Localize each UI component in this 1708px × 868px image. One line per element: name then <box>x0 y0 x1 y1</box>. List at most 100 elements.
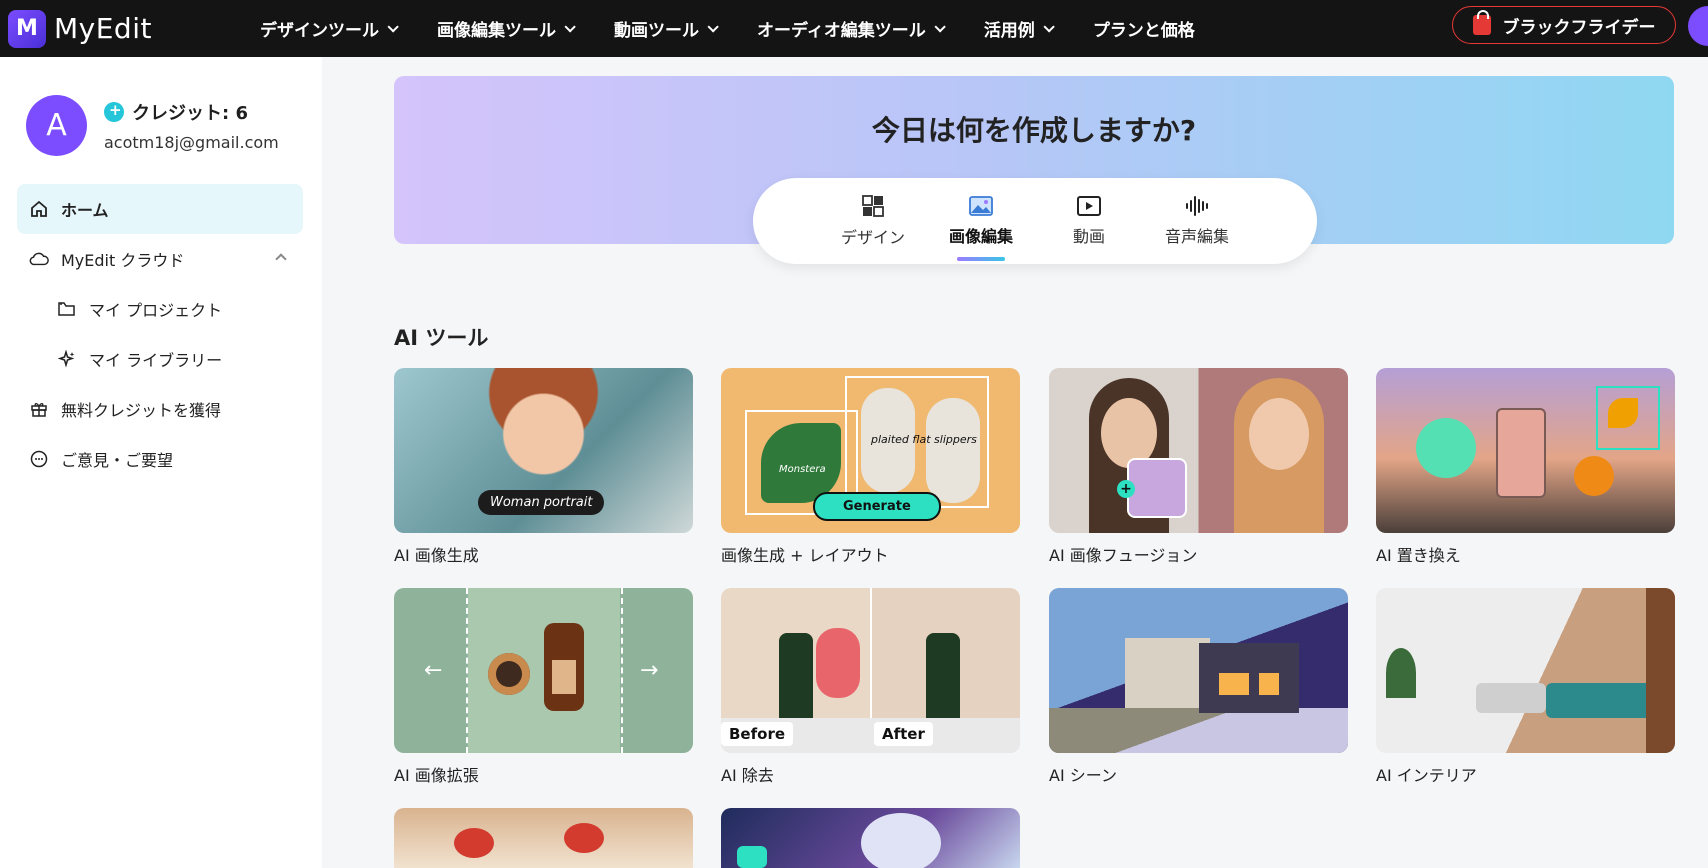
tool-card-ai-interior[interactable]: AI インテリア <box>1376 588 1675 786</box>
prompt-pill: Woman portrait <box>478 490 605 515</box>
home-icon <box>29 199 49 219</box>
tool-card-partial-2[interactable] <box>721 808 1020 868</box>
sidebar-item-label: ご意見・ご要望 <box>61 451 174 470</box>
tool-label: AI 画像生成 <box>394 546 479 565</box>
nav-video-tools[interactable]: 動画ツール <box>614 16 719 41</box>
chevron-up-icon[interactable] <box>275 253 287 265</box>
tool-card-ai-remove[interactable]: Before After AI 除去 <box>721 588 1020 786</box>
play-icon <box>1077 196 1101 216</box>
shopping-bag-icon <box>1472 10 1491 35</box>
chevron-down-icon <box>387 20 399 33</box>
sidebar-item-my-projects[interactable]: マイ プロジェクト <box>17 284 303 334</box>
category-tabs: デザイン 画像編集 動画 音声編集 <box>753 178 1317 264</box>
tool-label: AI 画像拡張 <box>394 766 479 785</box>
profile: A クレジット: 6 acotm18j@gmail.com <box>26 95 279 156</box>
thumbnail <box>721 808 1020 868</box>
logo-icon: M <box>8 9 46 48</box>
tool-label: 画像生成 + レイアウト <box>721 546 889 565</box>
black-friday-label: ブラックフライデー <box>1502 17 1656 38</box>
sparkle-icon <box>57 349 77 369</box>
tool-card-ai-replace[interactable]: AI 置き換え <box>1376 368 1675 566</box>
tool-card-ai-image-gen[interactable]: Woman portrait AI 画像生成 <box>394 368 693 566</box>
section-title-ai-tools: AI ツール <box>394 326 489 350</box>
user-email: acotm18j@gmail.com <box>104 133 279 152</box>
image-icon <box>969 196 993 216</box>
gift-icon <box>29 399 49 419</box>
sidebar-item-cloud[interactable]: MyEdit クラウド <box>17 234 303 284</box>
tab-design[interactable]: デザイン <box>819 194 927 248</box>
chevron-down-icon <box>934 20 946 33</box>
credit-icon <box>104 101 124 122</box>
chevron-down-icon <box>1043 20 1055 33</box>
nav-label: 画像編集ツール <box>437 21 556 41</box>
thumbnail: + <box>1049 368 1348 533</box>
tool-label: AI インテリア <box>1376 766 1477 785</box>
thumbnail <box>1049 588 1348 753</box>
cloud-icon <box>29 249 49 269</box>
thumbnail: Woman portrait <box>394 368 693 533</box>
avatar[interactable]: A <box>26 95 87 156</box>
tab-label: 音声編集 <box>1164 227 1229 246</box>
hero-banner: 今日は何を作成しますか? デザイン 画像編集 動画 音声編集 <box>394 76 1674 264</box>
sidebar-item-my-library[interactable]: マイ ライブラリー <box>17 334 303 384</box>
chat-bubble-icon <box>29 449 49 469</box>
arrow-left-icon: ← <box>424 658 443 683</box>
nav-label: デザインツール <box>260 21 379 41</box>
tool-card-partial-1[interactable] <box>394 808 693 868</box>
thumbnail: Before After <box>721 588 1020 753</box>
thumbnail <box>394 808 693 868</box>
hero-title: 今日は何を作成しますか? <box>871 114 1197 147</box>
after-tag: After <box>874 722 933 746</box>
nav-label: プランと価格 <box>1092 21 1195 41</box>
nav-pricing[interactable]: プランと価格 <box>1093 16 1195 41</box>
tab-label: デザイン <box>840 228 905 247</box>
tool-card-layout-gen[interactable]: Monstera plaited flat slippers Generate … <box>721 368 1020 566</box>
sidebar-item-label: 無料クレジットを獲得 <box>61 401 222 420</box>
thumbnail <box>1376 588 1675 753</box>
overlay-text: plaited flat slippers <box>871 433 977 446</box>
tab-audio[interactable]: 音声編集 <box>1143 195 1251 247</box>
sidebar-item-home[interactable]: ホーム <box>17 184 303 234</box>
tab-image-edit[interactable]: 画像編集 <box>927 195 1035 261</box>
nav-audio-tools[interactable]: オーディオ編集ツール <box>757 16 946 41</box>
generate-pill: Generate <box>813 492 941 521</box>
nav-design-tools[interactable]: デザインツール <box>260 16 399 41</box>
thumbnail: Monstera plaited flat slippers Generate <box>721 368 1020 533</box>
sidebar-item-free-credits[interactable]: 無料クレジットを獲得 <box>17 384 303 434</box>
credit-count: クレジット: 6 <box>104 99 279 125</box>
before-tag: Before <box>721 722 794 746</box>
overlay-text: Monstera <box>779 464 826 475</box>
logo-text: MyEdit <box>54 12 152 45</box>
sidebar-item-label: マイ ライブラリー <box>89 351 223 370</box>
black-friday-button[interactable]: ブラックフライデー <box>1452 6 1676 44</box>
tool-label: AI 置き換え <box>1376 546 1461 565</box>
tool-label: AI シーン <box>1049 766 1117 785</box>
tool-card-ai-scene[interactable]: AI シーン <box>1049 588 1348 786</box>
tool-label: AI 除去 <box>721 766 774 785</box>
nav-image-tools[interactable]: 画像編集ツール <box>437 16 576 41</box>
tab-video[interactable]: 動画 <box>1035 195 1143 247</box>
layout-icon <box>862 195 884 217</box>
waveform-icon <box>1186 196 1208 216</box>
sidebar-item-feedback[interactable]: ご意見・ご要望 <box>17 434 303 484</box>
tab-label: 画像編集 <box>948 227 1013 246</box>
top-navbar: M MyEdit デザインツール 画像編集ツール 動画ツール オーディオ編集ツー… <box>0 0 1708 57</box>
user-avatar-top[interactable] <box>1688 6 1708 46</box>
thumbnail: ← → <box>394 588 693 753</box>
logo[interactable]: M MyEdit <box>8 9 238 48</box>
sidebar-item-label: ホーム <box>61 201 109 220</box>
sidebar-item-label: MyEdit クラウド <box>61 251 185 270</box>
tool-card-image-fusion[interactable]: + AI 画像フュージョン <box>1049 368 1348 566</box>
folder-icon <box>57 299 77 319</box>
nav-use-cases[interactable]: 活用例 <box>983 16 1055 41</box>
tab-label: 動画 <box>1072 227 1105 246</box>
chevron-down-icon <box>707 20 719 33</box>
nav-label: 動画ツール <box>614 21 699 41</box>
nav-label: 活用例 <box>983 21 1035 41</box>
arrow-right-icon: → <box>640 658 659 683</box>
tool-label: AI 画像フュージョン <box>1049 546 1198 565</box>
sidebar-item-label: マイ プロジェクト <box>89 301 223 320</box>
chevron-down-icon <box>564 20 576 33</box>
tool-card-image-expand[interactable]: ← → AI 画像拡張 <box>394 588 693 786</box>
sidebar: A クレジット: 6 acotm18j@gmail.com ホーム MyEdit… <box>0 57 322 868</box>
